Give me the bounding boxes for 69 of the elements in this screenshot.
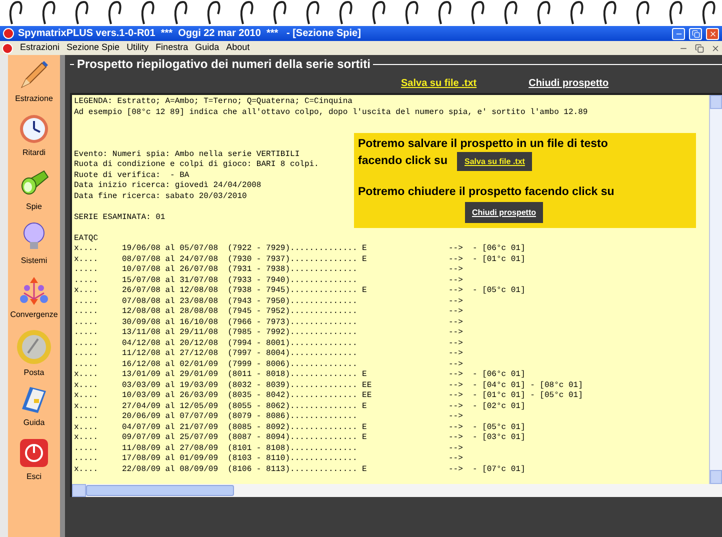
sidebar-label[interactable]: Esci bbox=[26, 471, 42, 483]
report-row: x.... 09/07/09 al 25/07/09 (8087 - 8094).............. E --> - [03°c 01] bbox=[74, 433, 526, 444]
app-icon bbox=[2, 42, 13, 54]
menu-item[interactable]: About bbox=[226, 41, 250, 55]
callout-text: Potremo salvare il prospetto in un file di testo bbox=[358, 137, 609, 152]
event-line: Evento: Numeri spia: Ambo nella serie VERTIBILI bbox=[74, 150, 300, 160]
menu-item[interactable]: Sezione Spie bbox=[66, 41, 120, 55]
report-row: ..... 10/07/08 al 26/07/08 (7931 - 7938).............. --> bbox=[74, 265, 463, 276]
restore-button[interactable] bbox=[689, 28, 702, 40]
report-row: x.... 19/06/08 al 05/07/08 (7922 - 7929).............. E --> - [06°c 01] bbox=[74, 244, 526, 254]
close-button[interactable]: Chiudi prospetto bbox=[465, 202, 543, 223]
sidebar-label[interactable]: Posta bbox=[24, 367, 44, 379]
horizontal-scrollbar[interactable] bbox=[72, 484, 722, 497]
menu-item[interactable]: Estrazioni bbox=[20, 41, 60, 55]
report-row: x.... 03/03/09 al 19/03/09 (8032 - 8039).............. EE --> - [04°c 01] - [08°c 01] bbox=[74, 380, 583, 391]
callout-text: facendo click su bbox=[358, 154, 448, 169]
close-icon bbox=[708, 30, 716, 38]
close-link[interactable]: Chiudi prospetto bbox=[528, 76, 609, 90]
event-line: Data fine ricerca: sabato 20/03/2010 bbox=[74, 192, 247, 202]
sidebar-label[interactable]: Spie bbox=[26, 201, 42, 213]
report-row: ..... 04/12/08 al 20/12/08 (7994 - 8001).............. --> bbox=[74, 338, 463, 349]
report-row: ..... 11/12/08 al 27/12/08 (7997 - 8004).............. --> bbox=[74, 349, 463, 360]
event-line: Data inizio ricerca: giovedì 24/04/2008 bbox=[74, 181, 262, 192]
report-row: x.... 10/03/09 al 26/03/09 (8035 - 8042).............. EE --> - [01°c 01] - [05°c 01] bbox=[74, 391, 583, 402]
report-row: x.... 27/04/09 al 12/05/09 (8055 - 8062).............. E --> - [02°c 01] bbox=[74, 402, 526, 412]
minimize-button[interactable] bbox=[672, 28, 685, 40]
report-row: x.... 26/07/08 al 12/08/08 (7938 - 7945).............. E --> - [05°c 01] bbox=[74, 286, 526, 296]
table-header: EATQC bbox=[74, 234, 98, 244]
event-line: Ruote di verifica: - BA bbox=[74, 170, 190, 181]
report-row: ..... 11/08/09 al 27/08/09 (8101 - 8108).............. --> bbox=[74, 444, 463, 454]
report-row: ..... 30/09/08 al 16/10/08 (7966 - 7973).............. --> bbox=[74, 318, 463, 328]
converging-arrows-icon bbox=[18, 275, 50, 307]
sidebar-label[interactable]: Sistemi bbox=[20, 255, 48, 267]
save-link[interactable]: Salva su file .txt bbox=[401, 76, 477, 90]
sidebar-label[interactable]: Guida bbox=[23, 417, 45, 429]
sidebar-label[interactable]: Convergenze bbox=[10, 309, 58, 321]
report-row: ..... 12/08/08 al 28/08/08 (7945 - 7952).............. --> bbox=[74, 307, 463, 318]
close-icon[interactable] bbox=[711, 44, 720, 52]
restore-icon bbox=[692, 30, 700, 38]
report-row: x.... 04/07/09 al 21/07/09 (8085 - 8092).............. E --> - [05°c 01] bbox=[74, 422, 526, 433]
report-row: ..... 15/07/08 al 31/07/08 (7933 - 7940).............. --> bbox=[74, 276, 463, 286]
report-row: x.... 22/08/09 al 08/09/09 (8106 - 8113).............. E --> - [07°c 01] bbox=[74, 464, 526, 475]
report-row: ..... 13/11/08 al 29/11/08 (7985 - 7992).............. --> bbox=[74, 328, 463, 338]
series-line: SERIE ESAMINATA: 01 bbox=[74, 212, 166, 223]
app-icon bbox=[3, 28, 14, 39]
report-row: ..... 17/08/09 al 01/09/09 (8103 - 8110).............. --> bbox=[74, 454, 463, 464]
sidebar-label[interactable]: Ritardi bbox=[22, 147, 46, 159]
save-button[interactable]: Salva su file .txt bbox=[457, 152, 532, 171]
restore-icon[interactable] bbox=[695, 44, 704, 52]
window-title: SpymatrixPLUS vers.1-0-R01 *** Oggi 22 mar 2010 *** - [Sezione Spie] bbox=[18, 27, 362, 41]
menu-item[interactable]: Guida bbox=[195, 41, 220, 55]
menu-item[interactable]: Utility bbox=[126, 41, 149, 55]
sidebar-label[interactable]: Estrazione bbox=[15, 93, 53, 105]
legend-line: Ad esempio [08°c 12 89] indica che all'ottavo colpo, dopo l'uscita del numero spia, e' sortito l'ambo 12.89 bbox=[74, 108, 588, 118]
report-row: x.... 13/01/09 al 29/01/09 (8011 - 8018).............. E --> - [06°c 01] bbox=[74, 370, 526, 380]
power-icon bbox=[18, 437, 50, 469]
report-row: ..... 16/12/08 al 02/01/09 (7999 - 8006).............. --> bbox=[74, 360, 463, 370]
report-row: x.... 08/07/08 al 24/07/08 (7930 - 7937).............. E --> - [01°c 01] bbox=[74, 254, 526, 265]
coin-icon bbox=[16, 329, 52, 365]
event-line: Ruota di condizione e colpi di gioco: BARI 8 colpi. bbox=[74, 160, 319, 170]
report-row: ..... 07/08/08 al 23/08/08 (7943 - 7950).............. --> bbox=[74, 296, 463, 307]
report-row: ..... 20/06/09 al 07/07/09 (8079 - 8086).............. --> bbox=[74, 412, 463, 422]
callout-text: Potremo chiudere il prospetto facendo click su bbox=[358, 185, 616, 200]
vertical-scrollbar[interactable] bbox=[709, 95, 722, 484]
clock-icon bbox=[18, 113, 50, 145]
legend-line: LEGENDA: Estratto; A=Ambo; T=Terno; Q=Quaterna; C=Cinquina bbox=[74, 97, 352, 108]
menu-item[interactable]: Finestra bbox=[156, 41, 188, 55]
close-button[interactable] bbox=[706, 28, 719, 40]
panel-title: Prospetto riepilogativo dei numeri della serie sortiti bbox=[77, 56, 370, 73]
